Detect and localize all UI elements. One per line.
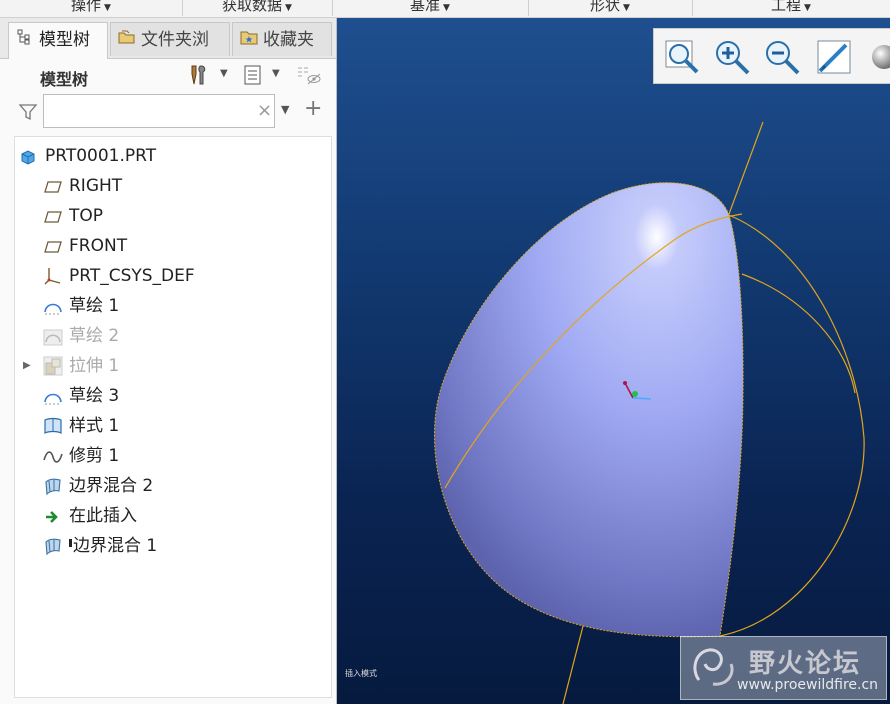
- chevron-down-icon: ▼: [285, 3, 292, 13]
- datum-plane-icon: [43, 236, 63, 256]
- tree-item-sketch-2[interactable]: 草绘 2: [43, 321, 119, 351]
- folder-browser-icon: [117, 23, 137, 57]
- navigator-panel: 模型树 文件夹浏 收藏夹 模型树 ▼ ▼ × ▼ + PRT0001.PRT R…: [0, 18, 337, 704]
- tab-model-tree[interactable]: 模型树: [8, 22, 108, 59]
- mode-status-text: 插入模式: [345, 669, 377, 678]
- repaint-icon[interactable]: [814, 37, 854, 77]
- ribbon-group-shapes[interactable]: 形状 ▼: [528, 0, 693, 16]
- forum-logo-icon: [693, 648, 734, 686]
- filter-funnel-icon[interactable]: [18, 102, 38, 127]
- trim-icon: [43, 446, 63, 466]
- tree-item-boundary-blend-2[interactable]: 边界混合 2: [43, 471, 153, 501]
- settings-tools-icon[interactable]: [188, 64, 210, 91]
- tree-item-extrude-1[interactable]: ▶ 拉伸 1: [23, 351, 119, 381]
- watermark-title: 野火论坛: [749, 649, 862, 679]
- chevron-down-icon: ▼: [804, 3, 811, 13]
- chevron-down-icon[interactable]: ▼: [272, 68, 280, 79]
- boundary-blend-surface[interactable]: [434, 182, 744, 638]
- coordinate-system-icon: [43, 266, 63, 286]
- show-list-icon[interactable]: [242, 64, 264, 91]
- datum-plane-icon: [43, 206, 63, 226]
- view-toolbar: [653, 28, 890, 84]
- add-filter-icon[interactable]: +: [304, 96, 322, 121]
- tree-filter-row: × ▼ +: [0, 94, 336, 132]
- datum-axis-line[interactable]: [728, 121, 764, 215]
- navigator-tabs: 模型树 文件夹浏 收藏夹: [0, 18, 336, 59]
- model-surface-view[interactable]: [337, 18, 890, 704]
- favorites-icon: [239, 23, 259, 57]
- display-style-icon[interactable]: [864, 37, 890, 77]
- model-tree-icon: [15, 23, 35, 57]
- chevron-down-icon: ▼: [104, 3, 111, 13]
- tree-item-insert-here[interactable]: 在此插入: [43, 501, 137, 531]
- hidden-items-icon[interactable]: [296, 64, 322, 91]
- tree-item-right-plane[interactable]: RIGHT: [43, 171, 122, 201]
- tree-item-top-plane[interactable]: TOP: [43, 201, 103, 231]
- clear-search-icon[interactable]: ×: [257, 100, 272, 121]
- part-cube-icon: [19, 146, 39, 166]
- datum-axis-line-lower[interactable]: [562, 625, 584, 704]
- sketch-icon: [43, 296, 63, 316]
- boundary-blend-icon: [43, 476, 63, 496]
- zoom-in-icon[interactable]: [712, 37, 752, 77]
- tree-item-boundary-blend-1[interactable]: 边界混合 1: [43, 531, 157, 561]
- tree-item-csys[interactable]: PRT_CSYS_DEF: [43, 261, 195, 291]
- model-tree-header: 模型树 ▼ ▼: [0, 58, 336, 94]
- datum-plane-icon: [43, 176, 63, 196]
- forum-watermark: 野火论坛 www.proewildfire.cn: [680, 636, 887, 700]
- sketch-icon: [43, 386, 63, 406]
- tree-item-style-1[interactable]: 样式 1: [43, 411, 119, 441]
- tree-item-front-plane[interactable]: FRONT: [43, 231, 127, 261]
- chevron-down-icon: ▼: [623, 3, 630, 13]
- tree-item-part[interactable]: PRT0001.PRT: [19, 141, 156, 171]
- sketch-icon: [43, 326, 63, 346]
- boundary-blend-icon: [43, 536, 63, 556]
- ribbon-group-get-data[interactable]: 获取数据 ▼: [182, 0, 333, 16]
- tree-item-sketch-3[interactable]: 草绘 3: [43, 381, 119, 411]
- chevron-down-icon: ▼: [443, 3, 450, 13]
- tab-favorites[interactable]: 收藏夹: [232, 22, 332, 56]
- ribbon-group-datum[interactable]: 基准 ▼: [332, 0, 529, 16]
- ribbon-group-engineering[interactable]: 工程 ▼: [692, 0, 890, 16]
- tree-search-input[interactable]: [43, 94, 275, 128]
- watermark-url: www.proewildfire.cn: [737, 677, 879, 693]
- chevron-down-icon[interactable]: ▼: [220, 68, 228, 79]
- expand-arrow-icon[interactable]: ▶: [23, 351, 31, 381]
- zoom-out-icon[interactable]: [762, 37, 802, 77]
- tree-item-trim-1[interactable]: 修剪 1: [43, 441, 119, 471]
- style-icon: [43, 416, 63, 436]
- model-tree-title: 模型树: [40, 70, 89, 89]
- graphics-viewport[interactable]: 插入模式 野火论坛 www.proewildfire.cn: [337, 18, 890, 704]
- chevron-down-icon[interactable]: ▼: [281, 103, 289, 116]
- extrude-icon: [43, 356, 63, 376]
- modified-marker: [69, 539, 72, 547]
- insert-here-arrow-icon: [43, 506, 63, 526]
- ribbon-group-operations[interactable]: 操作 ▼: [0, 0, 183, 16]
- tab-folder-browser[interactable]: 文件夹浏: [110, 22, 230, 56]
- ribbon-group-bar: 操作 ▼ 获取数据 ▼ 基准 ▼ 形状 ▼ 工程 ▼: [0, 0, 890, 18]
- tree-item-sketch-1[interactable]: 草绘 1: [43, 291, 119, 321]
- model-tree: PRT0001.PRT RIGHT TOP FRONT PRT_CSYS_DEF: [14, 136, 332, 698]
- refit-icon[interactable]: [662, 37, 702, 77]
